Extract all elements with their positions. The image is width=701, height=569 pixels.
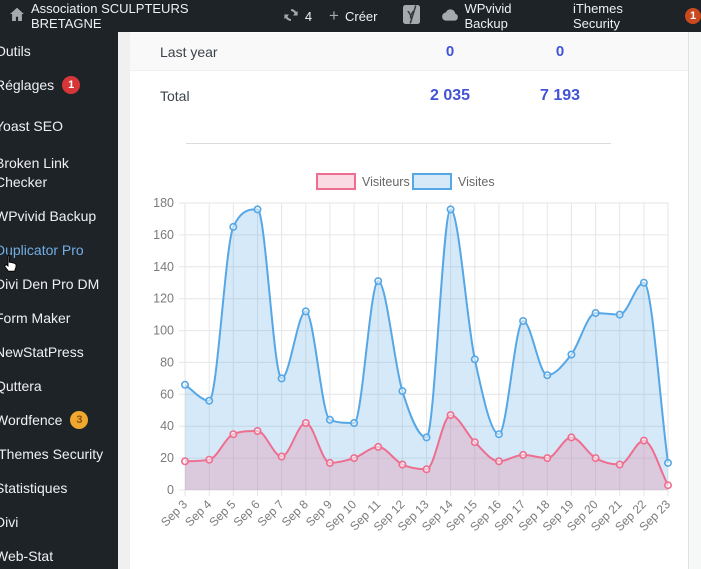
sidebar-item-ithemes-security[interactable]: iThemes Security [0, 437, 118, 471]
svg-text:100: 100 [153, 324, 174, 338]
statistics-panel: Last year 0 0 Total 2 035 7 193 0 20 40 60 80 100 1… [130, 32, 688, 569]
plus-icon: + [329, 5, 339, 25]
row-label: Total [160, 88, 190, 104]
sidebar-item-form-maker[interactable]: Form Maker [0, 301, 118, 335]
divider [186, 143, 611, 144]
new-content-button[interactable]: + Créer [329, 0, 377, 32]
sidebar-menu: Outils Réglages 1 Yoast SEO Broken Link Chec… [0, 32, 118, 569]
ithemes-security-menu[interactable]: iThemes Security 1 [573, 0, 701, 32]
row-value: 2 035 [429, 87, 471, 104]
row-label: Last year [160, 43, 218, 60]
sidebar-item-divi[interactable]: Divi [0, 505, 118, 539]
sidebar-item-label: NewStatPress [0, 343, 84, 360]
legend-swatch [316, 173, 356, 190]
svg-text:0: 0 [167, 483, 174, 497]
sidebar-item-reglages[interactable]: Réglages 1 [0, 68, 118, 102]
scrollbar-track[interactable] [688, 32, 701, 569]
svg-text:Sep 6: Sep 6 [231, 497, 263, 529]
sidebar-item-label: Divi [0, 513, 19, 530]
update-icon [283, 7, 299, 26]
svg-text:Sep 5: Sep 5 [206, 497, 238, 529]
sidebar-item-label: Réglages [0, 76, 55, 93]
sidebar-item-label: Wordfence [0, 411, 63, 428]
sidebar-item-label: Web-Stat [0, 547, 54, 564]
legend-item-visites[interactable]: Visites [412, 173, 495, 190]
sidebar-item-outils[interactable]: Outils [0, 34, 118, 68]
svg-text:160: 160 [153, 228, 174, 242]
svg-text:Sep 4: Sep 4 [182, 497, 214, 529]
sidebar-item-label: Quttera [0, 377, 42, 394]
sidebar-item-newstatpress[interactable]: NewStatPress [0, 335, 118, 369]
update-count: 4 [304, 8, 313, 24]
yoast-menu[interactable]: Y [402, 0, 420, 32]
sidebar-item-label: Broken Link Checker [0, 155, 69, 190]
legend-item-visiteurs[interactable]: Visiteurs [316, 173, 410, 190]
ithemes-label: iThemes Security [573, 1, 623, 31]
sidebar-item-label: Yoast SEO [0, 117, 63, 134]
new-content-label: Créer [344, 8, 378, 24]
sidebar-item-label: Form Maker [0, 309, 71, 326]
sidebar-item-label: Statistiques [0, 479, 68, 496]
svg-text:180: 180 [153, 196, 174, 210]
legend-label: Visiteurs [362, 175, 410, 189]
chart-svg: 020406080100120140160180Sep 3Sep 4Sep 5S… [153, 173, 673, 534]
sidebar: Outils Réglages 1 Yoast SEO Broken Link Chec… [0, 32, 118, 569]
sidebar-item-yoast-seo[interactable]: Yoast SEO [0, 109, 118, 143]
wpvivid-label: WPvivid Backup [464, 1, 512, 31]
sidebar-item-wordfence[interactable]: Wordfence 3 [0, 403, 118, 437]
table-row-last-year: Last year 0 0 [130, 33, 688, 71]
sidebar-item-quttera[interactable]: Quttera [0, 369, 118, 403]
sidebar-item-badge: 3 [70, 411, 89, 429]
sidebar-item-wpvivid-backup[interactable]: WPvivid Backup [0, 199, 118, 233]
legend-swatch [412, 173, 452, 190]
home-icon [9, 7, 25, 25]
row-value: 0 [445, 43, 455, 60]
updates-button[interactable]: 4 [283, 0, 312, 32]
sidebar-item-badge: 1 [62, 76, 81, 94]
sidebar-item-label: WPvivid Backup [0, 207, 97, 224]
svg-text:Sep 7: Sep 7 [255, 497, 287, 529]
sidebar-item-statistiques[interactable]: Statistiques [0, 471, 118, 505]
admin-bar: Association SCULPTEURS BRETAGNE 4 + Crée… [0, 0, 701, 32]
row-value: 0 [555, 43, 565, 60]
sidebar-item-web-stat[interactable]: Web-Stat [0, 539, 118, 569]
sidebar-item-label: Outils [0, 42, 31, 59]
row-value: 7 193 [539, 87, 581, 104]
sidebar-item-broken-link-checker[interactable]: Broken Link Checker [0, 147, 118, 199]
svg-text:80: 80 [160, 355, 174, 369]
chart-legend: Visiteurs Visites [316, 173, 495, 190]
site-name: Association SCULPTEURS BRETAGNE [31, 1, 189, 31]
legend-label: Visites [458, 175, 495, 189]
site-menu[interactable]: Association SCULPTEURS BRETAGNE [9, 0, 262, 32]
svg-text:Sep 3: Sep 3 [158, 497, 190, 529]
cloud-icon [441, 8, 459, 24]
notification-badge: 1 [685, 8, 701, 24]
main-content: Last year 0 0 Total 2 035 7 193 0 20 40 60 80 100 1… [118, 32, 688, 569]
yoast-seo-icon: Y [402, 5, 420, 27]
mouse-cursor-hand [2, 253, 19, 279]
stats-table: Last year 0 0 Total 2 035 7 193 [130, 32, 688, 121]
visits-chart: 0 20 40 60 80 100 120 140 160 180 Sep 3 Sep 4 Sep 5S… [140, 164, 688, 564]
svg-text:140: 140 [153, 260, 174, 274]
wpvivid-menu[interactable]: WPvivid Backup [441, 0, 559, 32]
svg-text:Sep 8: Sep 8 [279, 497, 311, 529]
svg-text:40: 40 [160, 419, 174, 433]
table-row-total: Total 2 035 7 193 [130, 71, 688, 121]
svg-text:120: 120 [153, 292, 174, 306]
svg-text:60: 60 [160, 387, 174, 401]
sidebar-item-label: iThemes Security [0, 445, 104, 462]
svg-text:20: 20 [160, 451, 174, 465]
